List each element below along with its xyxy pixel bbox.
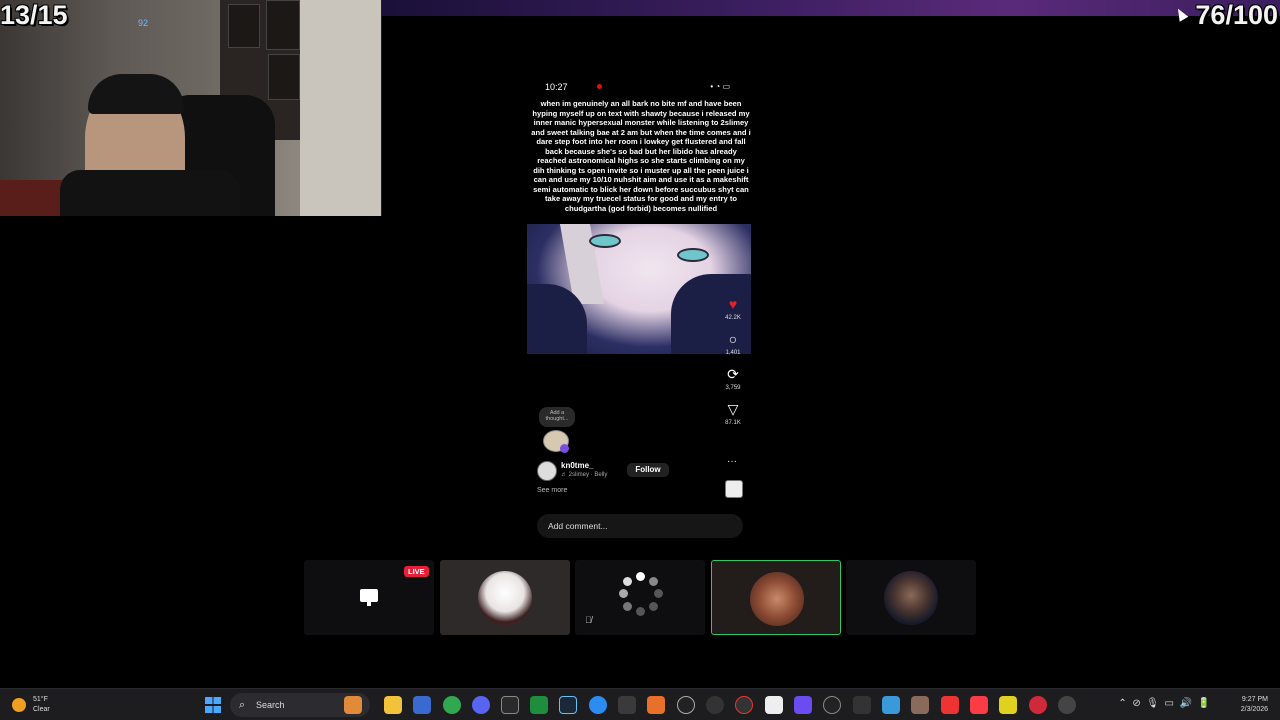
- weather-widget[interactable]: 51°F Clear: [33, 695, 50, 715]
- more-options-icon[interactable]: ···: [727, 456, 737, 467]
- left-counter: 13/15: [0, 0, 68, 30]
- webcam-streamer-body: [60, 170, 240, 216]
- phone-screen: 10:27 • ◔ ▭ when im genuinely an all bar…: [527, 72, 752, 552]
- participant-tile-screenshare[interactable]: LIVE: [304, 560, 434, 635]
- app-icon[interactable]: [677, 696, 695, 714]
- like-count: 42.2K: [725, 315, 741, 321]
- taskbar-app-icon[interactable]: [344, 696, 362, 714]
- app-icon[interactable]: [1058, 696, 1076, 714]
- system-tray[interactable]: ⌃ ⊘ 🎙 ▭ 🔊 🔋: [1118, 698, 1210, 709]
- file-explorer-icon[interactable]: [384, 696, 402, 714]
- share-icon[interactable]: ▽: [723, 401, 743, 417]
- settings-gear-icon[interactable]: [706, 696, 724, 714]
- participant-avatar: [750, 572, 804, 626]
- chrome-icon[interactable]: [443, 696, 461, 714]
- recording-dot-icon: [597, 84, 602, 89]
- author-avatar[interactable]: [537, 461, 557, 481]
- webcam-streamer-headset: [88, 74, 184, 114]
- share-count: 87.1K: [725, 420, 741, 426]
- app-icon[interactable]: [882, 696, 900, 714]
- app-icon[interactable]: [911, 696, 929, 714]
- taskbar: 51°F Clear ⌕ Search ⌃ ⊘ 🎙 ▭ 🔊 🔋 9:27 PM …: [0, 688, 1280, 720]
- participant-tiles: LIVE 🎙̸: [304, 560, 976, 636]
- screen-share-icon: [360, 589, 378, 606]
- comment-action[interactable]: ○ 1,401: [723, 331, 743, 356]
- clock-date: 2/3/2026: [1240, 706, 1268, 713]
- roblox-icon[interactable]: [618, 696, 636, 714]
- webcam-poster: [266, 0, 300, 50]
- thought-badge-icon: [560, 444, 569, 453]
- steam-icon[interactable]: [559, 696, 577, 714]
- weather-sun-icon[interactable]: [12, 698, 26, 712]
- heart-icon[interactable]: ♥: [723, 296, 743, 312]
- repost-action[interactable]: ⟳ 3,759: [723, 366, 743, 391]
- top-gradient-bar: [380, 0, 1280, 16]
- muted-microphone-icon: 🎙̸: [585, 615, 592, 625]
- weather-condition: Clear: [33, 706, 50, 713]
- post-artwork[interactable]: [527, 224, 751, 354]
- right-counter: 76/100: [1195, 0, 1278, 30]
- taskbar-clock[interactable]: 9:27 PM 2/3/2026: [1241, 695, 1268, 715]
- app-icon[interactable]: [853, 696, 871, 714]
- post-caption: when im genuinely an all bark no bite mf…: [531, 99, 751, 213]
- add-comment-input[interactable]: Add comment...: [537, 514, 743, 538]
- app-icon[interactable]: [794, 696, 812, 714]
- sound-remix-icon[interactable]: [725, 480, 743, 498]
- artwork-right-eye: [677, 248, 709, 262]
- author-sound[interactable]: ♬ 2slimey · Belly: [561, 472, 607, 478]
- repost-icon[interactable]: ⟳: [723, 366, 743, 382]
- comment-bubble-icon[interactable]: ○: [723, 331, 743, 347]
- live-badge: LIVE: [404, 566, 429, 577]
- webcam-poster: [228, 4, 260, 48]
- apple-music-icon[interactable]: [970, 696, 988, 714]
- xbox-icon[interactable]: [530, 696, 548, 714]
- status-time: 10:27: [545, 82, 568, 92]
- epic-games-icon[interactable]: [501, 696, 519, 714]
- artwork-left-eye: [589, 234, 621, 248]
- participant-tile[interactable]: [846, 560, 976, 635]
- like-action[interactable]: ♥ 42.2K: [723, 296, 743, 321]
- clock-time: 9:27 PM: [1241, 696, 1268, 703]
- repost-count: 3,759: [725, 385, 741, 391]
- windows-start-icon[interactable]: [205, 697, 221, 713]
- see-more-link[interactable]: See more: [537, 487, 567, 494]
- browser-icon[interactable]: [589, 696, 607, 714]
- discord-icon[interactable]: [472, 696, 490, 714]
- participant-tile[interactable]: [440, 560, 570, 635]
- search-label: Search: [256, 700, 285, 710]
- weather-temp: 51°F: [33, 696, 48, 703]
- store-icon[interactable]: [413, 696, 431, 714]
- status-icons: • ◔ ▭: [710, 82, 730, 91]
- comment-count: 1,401: [725, 350, 741, 356]
- search-icon: ⌕: [239, 699, 246, 711]
- participant-tile-speaking[interactable]: [711, 560, 841, 635]
- obs-icon[interactable]: [735, 696, 753, 714]
- author-name[interactable]: kn0tme_: [561, 461, 593, 470]
- share-action[interactable]: ▽ 87.1K: [723, 401, 743, 426]
- app-icon[interactable]: [647, 696, 665, 714]
- app-icon[interactable]: [765, 696, 783, 714]
- webcam-poster: [268, 54, 300, 100]
- webcam-door: [300, 0, 381, 216]
- participant-tile-loading[interactable]: 🎙̸: [575, 560, 705, 635]
- webcam-tag: 92: [138, 18, 149, 28]
- add-thought-bubble[interactable]: Add a thought...: [539, 407, 575, 427]
- follow-button[interactable]: Follow: [627, 463, 669, 477]
- participant-avatar: [478, 571, 532, 625]
- webcam-feed: 92: [0, 0, 382, 216]
- app-icon[interactable]: [999, 696, 1017, 714]
- loading-spinner-icon: [619, 572, 663, 616]
- app-icon[interactable]: [941, 696, 959, 714]
- capcut-icon[interactable]: [823, 696, 841, 714]
- participant-avatar: [884, 571, 938, 625]
- app-icon[interactable]: [1029, 696, 1047, 714]
- side-action-column: ♥ 42.2K ○ 1,401 ⟳ 3,759 ▽ 87.1K: [723, 296, 743, 436]
